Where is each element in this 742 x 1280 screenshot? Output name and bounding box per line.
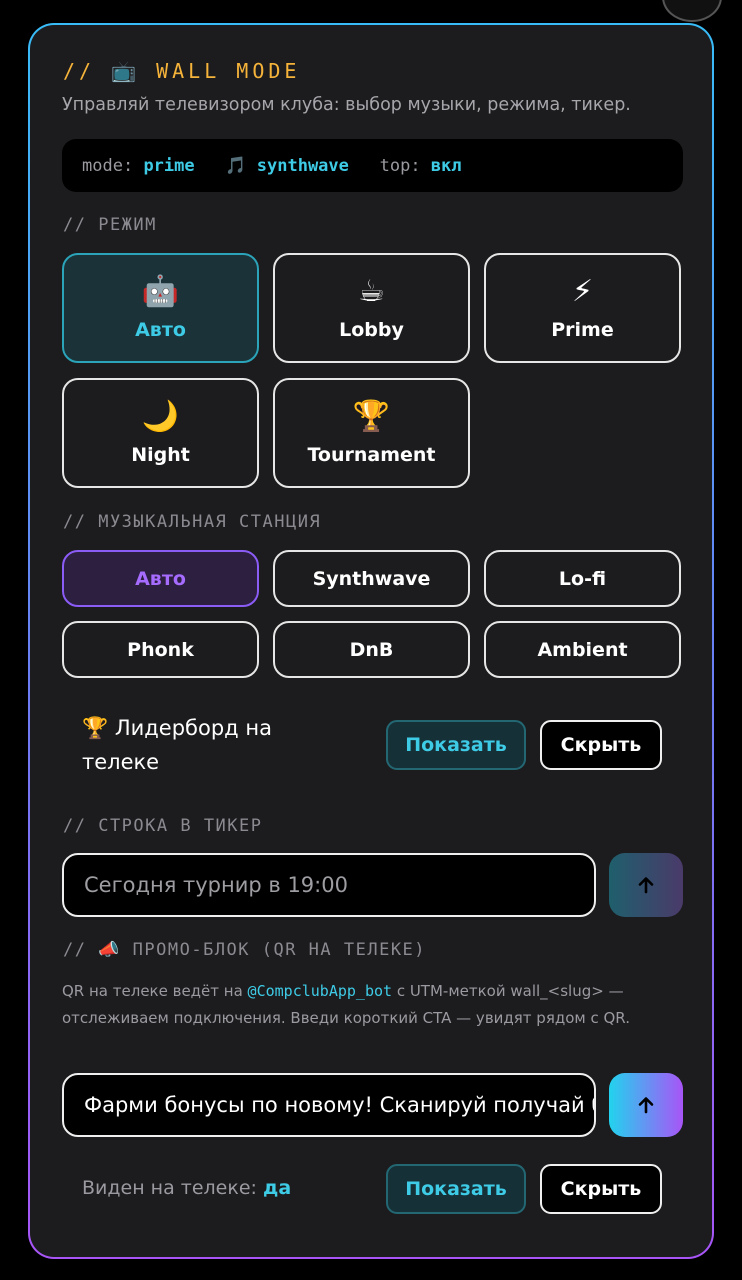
arrow-up-icon (638, 877, 654, 894)
leaderboard-label: 🏆 Лидерборд на телеке (82, 711, 322, 779)
leaderboard-show-button[interactable]: Показать (386, 720, 526, 770)
trophy-icon: 🏆 (352, 399, 391, 434)
promo-heading-text: ПРОМО-БЛОК (QR НА ТЕЛЕКЕ) (132, 940, 427, 960)
promo-visibility-value: да (262, 1177, 292, 1199)
music-note-icon: 🎵 (225, 155, 247, 176)
promo-hide-button[interactable]: Скрыть (540, 1164, 662, 1214)
corner-avatar-icon[interactable] (662, 0, 722, 22)
leaderboard-label-text: Лидерборд на телеке (82, 716, 272, 774)
status-mode-value: prime (143, 155, 195, 176)
mode-tile-label: Tournament (307, 444, 436, 466)
promo-cta-input[interactable]: Фарми бонусы по новому! Сканируй получай… (62, 1073, 596, 1137)
status-music-value: synthwave (256, 155, 349, 176)
music-chip-phonk[interactable]: Phonk (62, 621, 259, 678)
music-chip-ambient[interactable]: Ambient (484, 621, 681, 678)
robot-icon: 🤖 (141, 274, 180, 309)
mode-tile-night[interactable]: 🌙 Night (62, 378, 259, 488)
promo-heading-prefix: // (63, 940, 87, 960)
bot-link[interactable]: @CompclubApp_bot (248, 982, 393, 1000)
status-mode-key: mode: (82, 155, 134, 176)
trophy-icon: 🏆 (82, 716, 109, 740)
mode-tile-tournament[interactable]: 🏆 Tournament (273, 378, 470, 488)
status-top-key: top: (379, 155, 421, 176)
lightning-icon: ⚡ (571, 274, 594, 309)
mode-tile-label: Night (131, 444, 190, 466)
moon-icon: 🌙 (141, 399, 180, 434)
mode-tile-lobby[interactable]: ☕ Lobby (273, 253, 470, 363)
mode-section-heading: // РЕЖИМ (63, 215, 157, 235)
promo-section-heading: // 📣 ПРОМО-БЛОК (QR НА ТЕЛЕКЕ) (63, 940, 426, 960)
page-subtitle: Управляй телевизором клуба: выбор музыки… (62, 95, 631, 115)
status-bar: mode: prime 🎵 synthwave top: вкл (62, 139, 683, 192)
coffee-icon: ☕ (358, 274, 385, 309)
mode-tile-auto[interactable]: 🤖 Авто (62, 253, 259, 363)
music-chip-auto[interactable]: Авто (62, 550, 259, 607)
mode-tile-prime[interactable]: ⚡ Prime (484, 253, 681, 363)
music-chip-lofi[interactable]: Lo-fi (484, 550, 681, 607)
promo-show-button[interactable]: Показать (386, 1164, 526, 1214)
status-top-value: вкл (430, 155, 462, 176)
promo-desc-part1: QR на телеке ведёт на (62, 982, 248, 1000)
mode-tile-label: Lobby (339, 319, 404, 341)
wall-mode-card: // 📺 WALL MODE Управляй телевизором клуб… (28, 23, 714, 1259)
megaphone-icon: 📣 (98, 940, 121, 960)
promo-send-button[interactable] (609, 1073, 683, 1137)
mode-tile-label: Prime (551, 319, 614, 341)
promo-description: QR на телеке ведёт на @CompclubApp_bot с… (62, 978, 682, 1032)
music-chip-dnb[interactable]: DnB (273, 621, 470, 678)
arrow-up-icon (638, 1097, 654, 1114)
ticker-input[interactable]: Сегодня турнир в 19:00 (62, 853, 596, 917)
promo-visibility: Виден на телеке: да (82, 1177, 291, 1199)
leaderboard-hide-button[interactable]: Скрыть (540, 720, 662, 770)
ticker-send-button[interactable] (609, 853, 683, 917)
ticker-section-heading: // СТРОКА В ТИКЕР (63, 816, 263, 836)
music-chip-synthwave[interactable]: Synthwave (273, 550, 470, 607)
mode-tile-label: Авто (135, 319, 186, 341)
music-section-heading: // МУЗЫКАЛЬНАЯ СТАНЦИЯ (63, 512, 322, 532)
page-title: // 📺 WALL MODE (63, 59, 301, 83)
promo-visibility-label: Виден на телеке: (82, 1177, 257, 1199)
